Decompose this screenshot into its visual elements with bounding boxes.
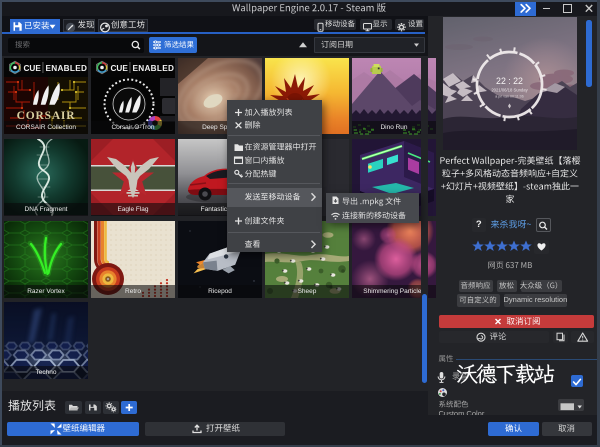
svg-text:a pri van 00:11:06: a pri van 00:11:06 xyxy=(495,94,524,98)
svg-text:22 : 22: 22 : 22 xyxy=(496,76,523,86)
svg-text:CUE: CUE xyxy=(24,64,42,73)
svg-text:ENABLED: ENABLED xyxy=(46,64,88,73)
svg-text:ENABLED: ENABLED xyxy=(133,64,175,73)
svg-text:CUE: CUE xyxy=(111,64,129,73)
svg-text:2021/06/18 Sunday: 2021/06/18 Sunday xyxy=(491,87,528,92)
